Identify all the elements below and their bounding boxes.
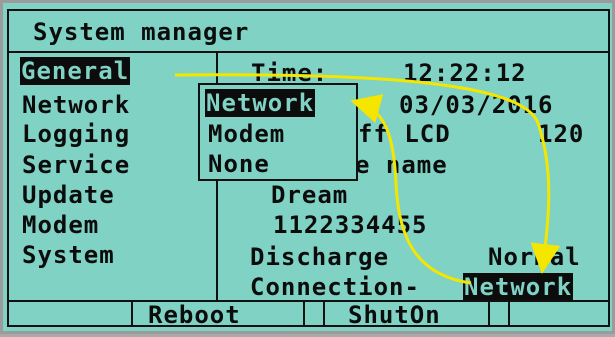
device-name-label: e name	[355, 151, 448, 179]
footer-sep-3	[323, 300, 325, 327]
connection-label: Connection-	[250, 273, 420, 301]
connection-popup-menu: Network Modem None	[198, 83, 358, 181]
footer-divider	[9, 300, 610, 302]
lcd-screen: System manager General Network Logging S…	[0, 0, 615, 334]
menu-item-system[interactable]: System	[22, 241, 115, 269]
popup-option-label: Network	[205, 89, 316, 117]
device-name-value[interactable]: Dream	[271, 181, 348, 209]
reboot-button[interactable]: Reboot	[148, 301, 241, 329]
menu-item-service[interactable]: Service	[22, 151, 130, 179]
header-divider	[9, 51, 610, 53]
menu-item-update[interactable]: Update	[22, 181, 115, 209]
phone-number-value[interactable]: 1122334455	[273, 211, 428, 239]
footer-sep-4	[488, 300, 490, 327]
menu-item-modem[interactable]: Modem	[22, 211, 99, 239]
menu-item-general[interactable]: General	[20, 57, 131, 85]
connection-value[interactable]: Network	[463, 273, 574, 301]
menu-item-label: General	[20, 57, 131, 85]
time-value[interactable]: 12:22:12	[403, 59, 527, 87]
lcd-off-value[interactable]: 120	[538, 120, 584, 148]
connection-value-text: Network	[463, 273, 574, 301]
footer-sep-1	[131, 300, 133, 327]
discharge-value[interactable]: Normal	[488, 243, 581, 271]
footer-sep-5	[508, 300, 510, 327]
screen-title: System manager	[33, 18, 250, 46]
menu-item-network[interactable]: Network	[22, 91, 130, 119]
lcd-off-label: ff LCD	[358, 120, 451, 148]
footer-sep-2	[303, 300, 305, 327]
shuton-button[interactable]: ShutOn	[348, 301, 441, 329]
discharge-label: Discharge	[250, 243, 390, 271]
menu-item-logging[interactable]: Logging	[22, 120, 130, 148]
date-value[interactable]: 03/03/2016	[399, 91, 554, 119]
popup-option-modem[interactable]: Modem	[208, 120, 285, 148]
popup-option-none[interactable]: None	[208, 150, 270, 178]
popup-option-network[interactable]: Network	[205, 89, 316, 117]
